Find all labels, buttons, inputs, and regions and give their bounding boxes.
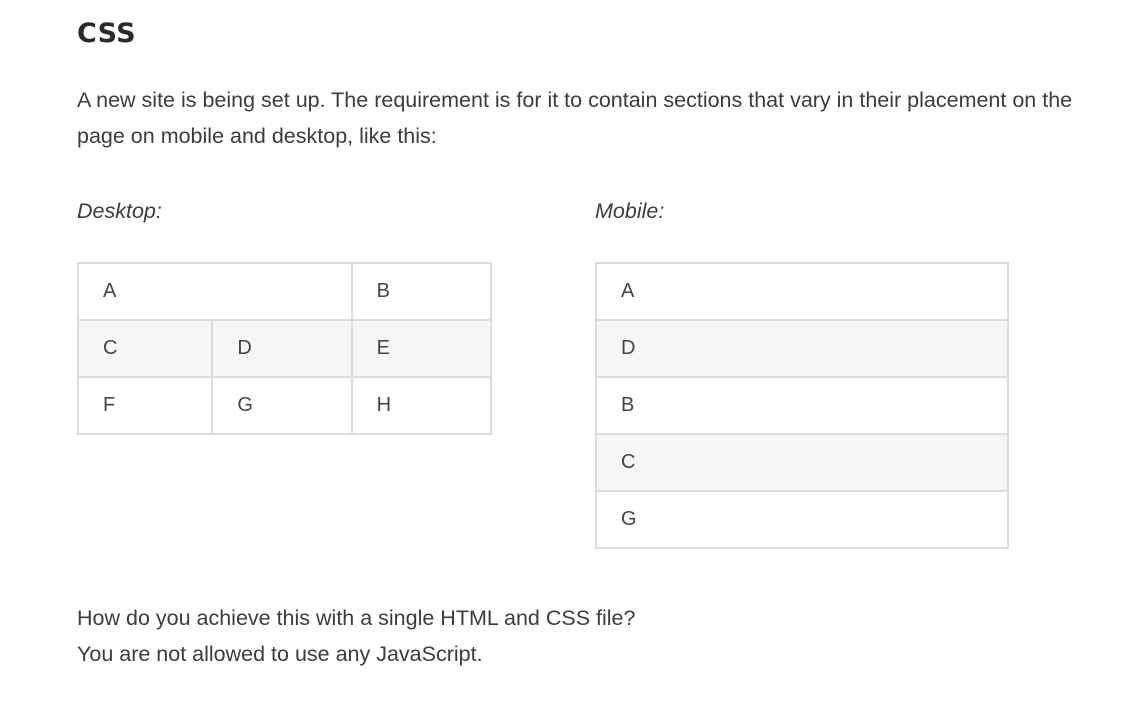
table-cell: D	[595, 319, 1009, 378]
table-row: C	[595, 433, 1009, 492]
constraint-line: You are not allowed to use any JavaScrip…	[77, 642, 483, 666]
desktop-caption: Desktop:	[77, 199, 162, 223]
desktop-layout-table: A B C D E F G H	[76, 262, 493, 435]
question-line: How do you achieve this with a single HT…	[77, 606, 636, 630]
mobile-layout-table: A D B C G	[595, 262, 1009, 549]
table-cell: B	[595, 376, 1009, 435]
table-row: D	[595, 319, 1009, 378]
table-cell: B	[350, 262, 493, 321]
table-cell: F	[76, 376, 214, 435]
page-title: CSS	[77, 18, 136, 49]
table-row: A B	[77, 262, 493, 321]
table-row: G	[595, 490, 1009, 549]
table-cell: C	[76, 319, 214, 378]
table-cell: G	[211, 376, 353, 435]
table-row: C D E	[76, 319, 493, 378]
closing-paragraph: How do you achieve this with a single HT…	[77, 600, 635, 672]
mobile-caption: Mobile:	[595, 199, 665, 223]
table-cell: D	[211, 319, 353, 378]
table-row: A	[595, 262, 1009, 321]
table-cell: E	[350, 319, 493, 378]
table-cell: G	[595, 490, 1009, 549]
intro-paragraph: A new site is being set up. The requirem…	[77, 88, 1073, 148]
table-cell: H	[350, 376, 493, 435]
table-cell: A	[595, 262, 1009, 321]
table-row: F G H	[76, 376, 493, 435]
table-row: B	[595, 376, 1009, 435]
table-cell: A	[77, 262, 353, 321]
table-cell: C	[595, 433, 1009, 492]
